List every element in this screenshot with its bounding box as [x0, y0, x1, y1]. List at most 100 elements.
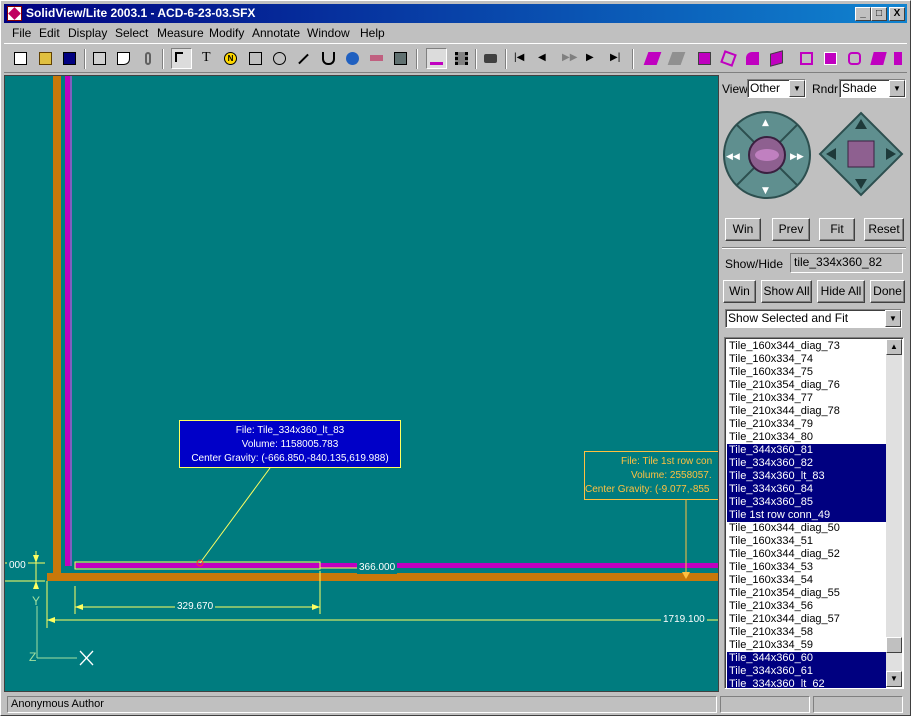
view-select[interactable]: Other ▼ [747, 79, 806, 98]
part-list-item[interactable]: Tile_210x354_diag_76 [727, 379, 886, 392]
showhide-field[interactable]: tile_334x360_82 [790, 253, 903, 273]
chevron-down-icon[interactable]: ▼ [889, 80, 905, 97]
prev-frame-icon[interactable]: ◀ [534, 48, 555, 69]
part-list-item[interactable]: Tile_160x344_diag_73 [727, 340, 886, 353]
print-icon[interactable] [89, 48, 110, 69]
attach-icon[interactable] [137, 48, 158, 69]
menu-window[interactable]: Window [307, 26, 350, 40]
app-icon[interactable] [7, 6, 22, 21]
menu-select[interactable]: Select [115, 26, 148, 40]
hide-all-button[interactable]: Hide All [817, 280, 865, 303]
menu-edit[interactable]: Edit [39, 26, 60, 40]
open-file-icon[interactable] [35, 48, 56, 69]
first-frame-icon[interactable]: |◀ [510, 48, 531, 69]
part-list-item[interactable]: Tile_344x360_60 [727, 652, 886, 665]
part-list-item[interactable]: Tile_160x334_74 [727, 353, 886, 366]
section-4-icon[interactable] [718, 48, 739, 69]
model-viewport[interactable]: Y Z File: Tile_334x360_lt_83 Volume: 115… [4, 75, 719, 692]
scroll-up-icon[interactable]: ▲ [886, 339, 902, 355]
part-list-item[interactable]: Tile_334x360_61 [727, 665, 886, 678]
close-button[interactable]: X [889, 7, 905, 21]
section-8-icon[interactable] [820, 48, 841, 69]
line-icon[interactable] [293, 48, 314, 69]
title-bar[interactable]: SolidView/Lite 2003.1 - ACD-6-23-03.SFX … [4, 4, 907, 23]
section-7-icon[interactable] [796, 48, 817, 69]
callout-tile-1st-row-volume: Volume: 2558057. [631, 470, 712, 481]
nav-fit-button[interactable]: Fit [819, 218, 855, 241]
part-list-item[interactable]: Tile_210x344_diag_78 [727, 405, 886, 418]
part-list-item[interactable]: Tile_334x360_84 [727, 483, 886, 496]
section-10-icon[interactable] [868, 48, 889, 69]
part-list-item[interactable]: Tile_160x334_75 [727, 366, 886, 379]
globe-icon[interactable] [342, 48, 363, 69]
scroll-thumb[interactable] [886, 637, 902, 653]
callout-tile-1st-row[interactable]: File: Tile 1st row con Volume: 2558057. … [584, 451, 718, 500]
part-list-item[interactable]: Tile_160x344_diag_50 [727, 522, 886, 535]
section-1-icon[interactable] [642, 48, 663, 69]
part-list-item[interactable]: Tile_210x334_58 [727, 626, 886, 639]
part-list-item[interactable]: Tile_160x344_diag_52 [727, 548, 886, 561]
note-icon[interactable]: N [220, 48, 241, 69]
film-icon[interactable] [451, 48, 472, 69]
new-file-icon[interactable] [10, 48, 31, 69]
part-list-item[interactable]: Tile_334x360_lt_62 [727, 678, 886, 688]
render-select[interactable]: Shade ▼ [839, 79, 906, 98]
lasso-icon[interactable] [318, 48, 339, 69]
chevron-down-icon[interactable]: ▼ [885, 310, 901, 327]
menu-file[interactable]: File [12, 26, 31, 40]
part-list-item[interactable]: Tile_344x360_81 [727, 444, 886, 457]
part-list-item[interactable]: Tile_160x334_54 [727, 574, 886, 587]
select-arrow-icon[interactable] [171, 48, 192, 69]
menu-modify[interactable]: Modify [209, 26, 244, 40]
part-list-item[interactable]: Tile_210x334_77 [727, 392, 886, 405]
save-icon[interactable] [59, 48, 80, 69]
showhide-win-button[interactable]: Win [723, 280, 756, 303]
text-icon[interactable]: T [196, 48, 217, 69]
section-6-icon[interactable] [766, 48, 787, 69]
showhide-mode-select[interactable]: Show Selected and Fit ▼ [725, 309, 902, 328]
nav-prev-button[interactable]: Prev [772, 218, 810, 241]
section-3-icon[interactable] [694, 48, 715, 69]
split-view-icon[interactable] [426, 48, 447, 69]
part-list-item[interactable]: Tile_210x334_56 [727, 600, 886, 613]
done-button[interactable]: Done [870, 280, 905, 303]
maximize-button[interactable]: □ [871, 7, 887, 21]
scroll-down-icon[interactable]: ▼ [886, 671, 902, 687]
part-list-item[interactable]: Tile_210x354_diag_55 [727, 587, 886, 600]
show-all-button[interactable]: Show All [761, 280, 812, 303]
chevron-down-icon[interactable]: ▼ [789, 80, 805, 97]
part-list[interactable]: Tile_160x344_diag_73 Tile_160x334_74 Tile_… [724, 337, 904, 689]
camera-icon[interactable] [480, 48, 501, 69]
rectangle-icon[interactable] [245, 48, 266, 69]
part-list-item[interactable]: Tile_334x360_82 [727, 457, 886, 470]
section-2-icon[interactable] [666, 48, 687, 69]
part-list-scrollbar[interactable]: ▲ ▼ [886, 339, 902, 687]
minimize-button[interactable]: _ [855, 7, 871, 21]
part-list-item[interactable]: Tile_210x334_80 [727, 431, 886, 444]
nav-win-button[interactable]: Win [725, 218, 761, 241]
part-list-item[interactable]: Tile_334x360_lt_83 [727, 470, 886, 483]
part-list-item[interactable]: Tile_334x360_85 [727, 496, 886, 509]
fast-forward-icon[interactable]: ▶▶ [558, 48, 579, 69]
nav-reset-button[interactable]: Reset [864, 218, 904, 241]
part-list-item[interactable]: Tile_210x334_79 [727, 418, 886, 431]
section-11-icon[interactable] [890, 48, 911, 69]
part-list-item[interactable]: Tile_160x334_53 [727, 561, 886, 574]
frame-icon[interactable] [366, 48, 387, 69]
menu-measure[interactable]: Measure [157, 26, 204, 40]
print-preview-icon[interactable] [113, 48, 134, 69]
next-frame-icon[interactable]: ▶ [582, 48, 603, 69]
part-list-item[interactable]: Tile 1st row conn_49 [727, 509, 886, 522]
part-list-item[interactable]: Tile_160x334_51 [727, 535, 886, 548]
callout-tile-83[interactable]: File: Tile_334x360_lt_83 Volume: 1158005… [179, 420, 401, 468]
ellipse-icon[interactable] [269, 48, 290, 69]
section-5-icon[interactable] [742, 48, 763, 69]
part-list-item[interactable]: Tile_210x344_diag_57 [727, 613, 886, 626]
last-frame-icon[interactable]: ▶| [606, 48, 627, 69]
menu-display[interactable]: Display [68, 26, 107, 40]
menu-help[interactable]: Help [360, 26, 385, 40]
panel-icon[interactable] [390, 48, 411, 69]
section-9-icon[interactable] [844, 48, 865, 69]
menu-annotate[interactable]: Annotate [252, 26, 300, 40]
part-list-item[interactable]: Tile_210x334_59 [727, 639, 886, 652]
